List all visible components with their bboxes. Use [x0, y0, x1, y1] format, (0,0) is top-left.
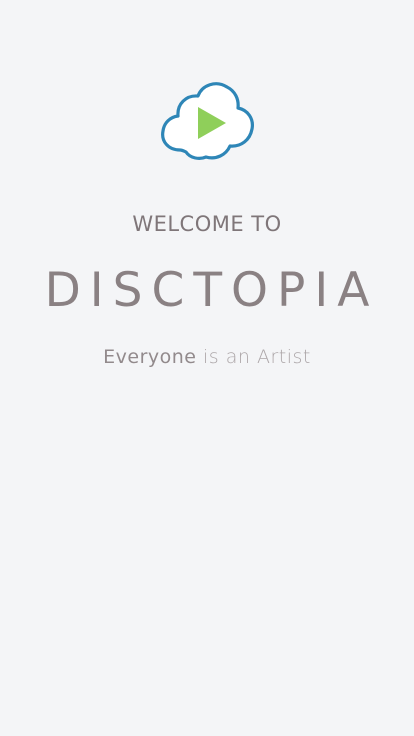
- brand-title: DISCTOPIA: [44, 263, 379, 318]
- tagline-rest: is an Artist: [196, 346, 311, 368]
- welcome-label: WELCOME TO: [132, 212, 282, 236]
- tagline-lead: Everyone: [103, 346, 197, 368]
- cloud-play-icon: [158, 78, 256, 162]
- tagline: Everyone is an Artist: [0, 344, 414, 370]
- splash-screen: WELCOME TO DISCTOPIA Everyone is an Arti…: [0, 0, 414, 736]
